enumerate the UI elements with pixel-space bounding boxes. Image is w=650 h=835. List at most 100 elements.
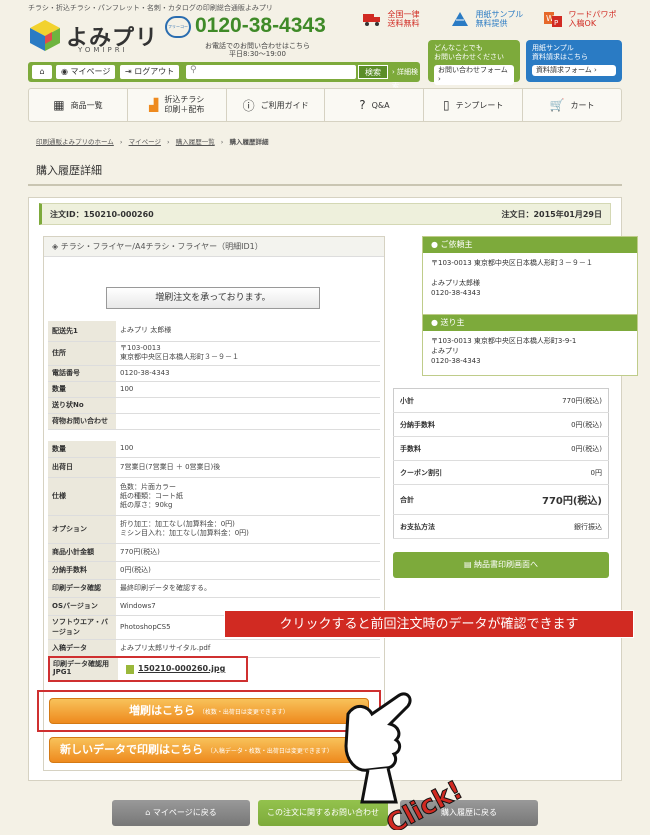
summary-key: 手数料 [393, 436, 486, 461]
home-icon: ⌂ [145, 808, 151, 817]
row-key: 配送先1 [48, 321, 116, 342]
crumb-sep: › [119, 138, 123, 146]
main-nav: ▦ 商品一覧 ▟ 折込チラシ 印刷＋配布 ⓘ ご利用ガイド ? Q&A ▯ テン… [28, 88, 622, 122]
client-header: ● ご依頼主 [423, 237, 637, 253]
summary-key: 分納手数料 [393, 412, 486, 437]
nav-insert-flyer-label: 折込チラシ 印刷＋配布 [164, 95, 205, 114]
phone-note-line2: 平日8:30〜19:00 [229, 50, 286, 58]
logo-cube-icon [30, 20, 60, 51]
user-bar: ⌂ ◉ マイページ ⇥ ログアウト ⚲ 検索 › 詳細検索 [28, 62, 420, 90]
crumb-home[interactable]: 印刷通販よみプリのホーム [36, 138, 114, 146]
sample-request-button[interactable]: 用紙サンプル 資料請求はこちら 資料請求フォーム › [526, 40, 622, 82]
sample-btn-line2: 資料請求はこちら [532, 53, 588, 61]
phone-note-line1: お電話でのお問い合わせはこちら [205, 42, 310, 50]
reprint-notice: 増刷注文を承っております。 [106, 287, 320, 309]
client-phone: 0120-38-4343 [431, 289, 481, 297]
truck-icon [363, 14, 380, 26]
row-key: 仕様 [48, 477, 116, 516]
summary-key: 小計 [393, 388, 486, 413]
mypage-link[interactable]: ◉ マイページ [56, 65, 116, 79]
row-key: 住所 [48, 341, 116, 366]
print-icon: ▤ [463, 560, 472, 569]
logout-link[interactable]: ⇥ ログアウト [120, 65, 180, 79]
cart-icon: 🛒 [549, 98, 565, 112]
row-key: OSバージョン [48, 597, 116, 616]
row-value: 0120-38-4343 [116, 365, 380, 382]
word-ppt-link[interactable]: WP ワードパワポ 入稿OK [543, 10, 617, 28]
sender-phone: 0120-38-4343 [431, 357, 481, 365]
search-button[interactable]: 検索 [358, 65, 388, 79]
summary-value: 0円(税込) [485, 436, 609, 461]
table-row: 出荷日 7営業日(7営業日 ＋ 0営業日)後 [48, 457, 380, 478]
client-box: ● ご依頼主 〒103-0013 東京都中央区日本橋人形町３－９－１ よみプリ太… [422, 236, 638, 320]
summary-value: 銀行振込 [485, 514, 609, 539]
sender-header-label: 送り主 [440, 318, 465, 327]
word-line1: ワードパワポ [568, 10, 617, 19]
word-line2: 入稿OK [568, 19, 597, 28]
nav-guide[interactable]: ⓘ ご利用ガイド [227, 89, 326, 121]
crumb-mypage[interactable]: マイページ [129, 138, 161, 146]
item-title-text: チラシ・フライヤー/A4チラシ・フライヤー（明細ID1） [60, 242, 263, 251]
user-icon: ◉ [61, 67, 68, 76]
table-row: クーポン割引 0円 [393, 460, 609, 485]
table-row: お支払方法 銀行振込 [393, 514, 609, 539]
nav-qa-label: Q&A [371, 100, 390, 110]
new-data-print-button[interactable]: 新しいデータで印刷はこちら （入稿データ・枚数・出荷日は変更できます） [49, 737, 369, 763]
contact-button[interactable]: どんなことでも お問い合わせください お問い合わせフォーム › [428, 40, 520, 85]
nav-template[interactable]: ▯ テンプレート [424, 89, 524, 121]
shipping-free-link[interactable]: 全国一律 送料無料 [362, 10, 420, 28]
delivery-slip-button[interactable]: ▤ 納品書印刷画面へ [393, 552, 609, 578]
home-icon[interactable]: ⌂ [32, 65, 52, 79]
item-title: ◈ チラシ・フライヤー/A4チラシ・フライヤー（明細ID1） [44, 237, 384, 257]
order-header: 注文ID：150210-000260 注文日：2015年01月29日 [39, 203, 611, 225]
contact-line1: どんなことでも [434, 44, 483, 52]
row-key: 入稿データ [48, 639, 116, 658]
order-date: 注文日：2015年01月29日 [501, 210, 602, 219]
logout-icon: ⇥ [125, 67, 132, 76]
summary-key: クーポン割引 [393, 460, 486, 485]
sample-line1: 用紙サンプル [475, 10, 524, 19]
summary-table: 小計 770円(税込) 分納手数料 0円(税込) 手数料 0円(税込) クーポン割引 0… [393, 388, 609, 539]
table-row: 分納手数料 0円(税込) [48, 561, 380, 580]
table-row: 合計 770円(税込) [393, 484, 609, 515]
client-address: 〒103-0013 東京都中央区日本橋人形町３－９－１ [431, 259, 593, 267]
file-link[interactable]: 150210-000260.jpg [138, 664, 225, 673]
image-file-icon [126, 665, 134, 674]
row-value [116, 397, 380, 414]
summary-key: お支払方法 [393, 514, 486, 539]
nav-products[interactable]: ▦ 商品一覧 [29, 89, 128, 121]
paper-sample-link[interactable]: 用紙サンプル 無料提供 [450, 10, 523, 28]
nav-cart[interactable]: 🛒 カート [523, 89, 621, 121]
summary-key: 合計 [393, 484, 486, 515]
tagline: チラシ・折込チラシ・パンフレット・名刺・カタログの印刷総合通販よみプリ [28, 4, 273, 12]
row-key: オプション [48, 515, 116, 544]
search-input[interactable] [186, 65, 356, 79]
sample-inner-label: 資料請求フォーム › [532, 65, 616, 76]
question-icon: ? [359, 98, 366, 112]
shipping-line1: 全国一律 [387, 10, 420, 19]
nav-insert-flyer[interactable]: ▟ 折込チラシ 印刷＋配布 [128, 89, 227, 121]
order-id: 注文ID：150210-000260 [50, 210, 154, 219]
logo-subtext: YOMIPRI [78, 46, 128, 54]
paper-sample-icon [452, 12, 468, 26]
contact-line2: お問い合わせください [434, 53, 504, 61]
click-graphic: Click! [381, 775, 462, 830]
crumb-sep: › [220, 138, 224, 146]
summary-value: 770円(税込) [485, 388, 609, 413]
row-key: 数量 [48, 381, 116, 398]
row-key: 出荷日 [48, 457, 116, 478]
back-mypage-button[interactable]: ⌂ マイページに戻る [112, 800, 250, 826]
reprint-button[interactable]: 増刷はこちら （枚数・出荷日は変更できます） [49, 698, 369, 724]
site-logo[interactable]: よみプリ YOMIPRI [28, 16, 168, 56]
table-row: 小計 770円(税込) [393, 388, 609, 413]
crumb-history[interactable]: 購入履歴一覧 [176, 138, 215, 146]
row-value: 770円(税込) [116, 543, 380, 562]
phone-block: フリーコール 0120-38-4343 お電話でのお問い合わせはこちら 平日8:… [165, 14, 345, 58]
client-header-label: ご依頼主 [440, 240, 473, 249]
contact-inner-label: お問い合わせフォーム › [434, 65, 514, 85]
row-value: 最終印刷データを確認する。 [116, 579, 380, 598]
click-text: Click! [382, 775, 462, 830]
sample-line2: 無料提供 [475, 19, 508, 28]
nav-qa[interactable]: ? Q&A [325, 89, 425, 121]
nav-products-label: 商品一覧 [70, 100, 103, 110]
